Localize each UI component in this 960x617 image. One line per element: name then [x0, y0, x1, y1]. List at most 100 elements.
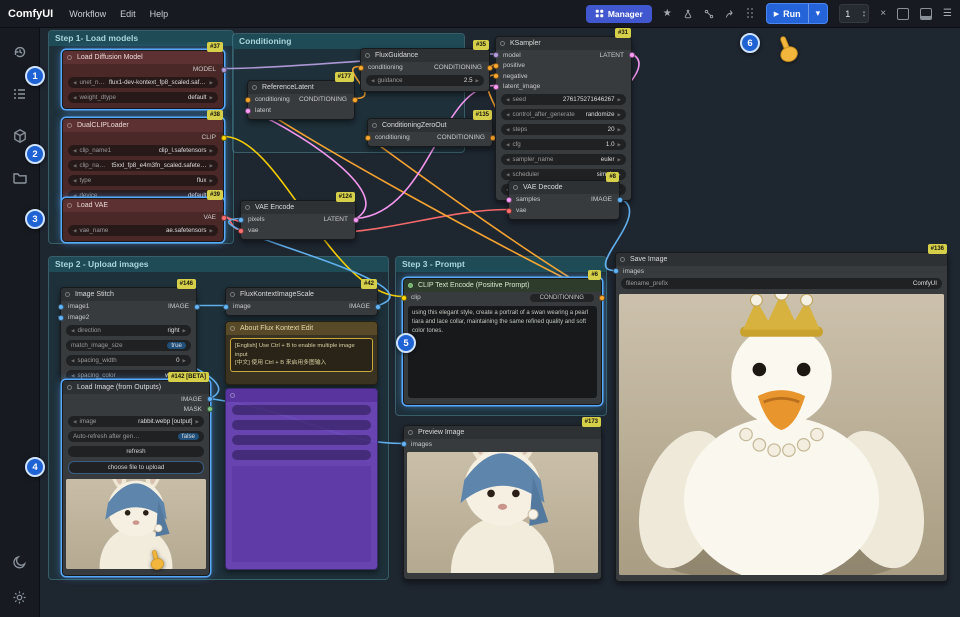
node-note-flux-kontext[interactable]: About Flux Kontext Edit [English] Use Ct… [225, 321, 378, 385]
node-title[interactable]: Save Image [616, 253, 947, 266]
output-slot-latent[interactable] [629, 52, 635, 58]
node-reference-latent[interactable]: #177 ReferenceLatent conditioning CONDIT… [247, 80, 355, 120]
widget-control-after-generate[interactable]: control_after_generate randomize [501, 109, 626, 120]
node-title[interactable]: Load Image (from Outputs) [63, 381, 209, 394]
node-title[interactable]: FluxGuidance [361, 49, 489, 62]
widget-muted[interactable] [232, 435, 371, 445]
node-title[interactable]: VAE Encode [241, 201, 355, 214]
widget-unet-name[interactable]: unet_name flux1-dev-kontext_fp8_scaled.s… [68, 77, 218, 88]
node-title[interactable]: Load Diffusion Model [63, 51, 223, 64]
grip-dots-icon[interactable] [747, 8, 755, 20]
hamburger-menu-icon[interactable]: ☰ [943, 9, 952, 19]
run-options-caret-icon[interactable]: ▾ [809, 4, 828, 23]
node-title[interactable]: ReferenceLatent [248, 81, 354, 94]
share-icon[interactable] [725, 9, 736, 19]
node-title[interactable]: Image Stitch [61, 288, 196, 301]
node-dual-clip-loader[interactable]: #38 DualCLIPLoader CLIP clip_name1 clip_… [62, 118, 224, 207]
input-slot-conditioning[interactable] [365, 135, 371, 141]
widget-direction[interactable]: direction right [66, 325, 191, 336]
input-slot-images[interactable] [401, 441, 407, 447]
output-slot-clip[interactable] [221, 135, 227, 141]
input-slot-positive[interactable] [493, 63, 499, 69]
choose-file-button[interactable]: choose file to upload [68, 461, 204, 474]
input-slot-model[interactable] [493, 52, 499, 58]
widget-muted[interactable] [232, 420, 371, 430]
refresh-button[interactable]: refresh [68, 446, 204, 457]
node-save-image[interactable]: #136 Save Image images filename_prefix C… [615, 252, 948, 582]
output-slot-latent[interactable] [353, 217, 359, 223]
widget-steps[interactable]: steps 20 [501, 124, 626, 135]
group-step2-title[interactable]: Step 2 - Upload images [49, 257, 388, 272]
node-title[interactable]: Load VAE [63, 199, 223, 212]
widget-filename-prefix[interactable]: filename_prefix ComfyUI [621, 278, 942, 289]
input-slot-latent-image[interactable] [493, 84, 499, 90]
widget-auto-refresh[interactable]: Auto-refresh after generation false [68, 431, 204, 442]
flask-icon[interactable] [683, 9, 693, 19]
widget-clip-name1[interactable]: clip_name1 clip_l.safetensors [68, 145, 218, 156]
input-slot-image2[interactable] [58, 315, 64, 321]
widget-clip-name2[interactable]: clip_name2 t5xxl_fp8_e4m3fn_scaled.safet… [68, 160, 218, 171]
group-step3-title[interactable]: Step 3 - Prompt [396, 257, 606, 272]
group-conditioning-title[interactable]: Conditioning [233, 34, 464, 49]
workflows-folder-icon[interactable] [12, 170, 28, 186]
clear-queue-icon[interactable]: × [880, 9, 886, 19]
node-title[interactable]: Preview Image [404, 426, 601, 439]
widget-seed[interactable]: seed 276175271646267 [501, 94, 626, 105]
node-title[interactable]: ConditioningZeroOut [368, 119, 492, 132]
widget-spacing-width[interactable]: spacing_width 0 [66, 355, 191, 366]
menu-help[interactable]: Help [150, 9, 169, 19]
output-slot-image[interactable] [617, 197, 623, 203]
input-slot-latent[interactable] [245, 108, 251, 114]
node-title[interactable]: VAE Decode [509, 181, 619, 194]
output-slot-image[interactable] [194, 304, 200, 310]
widget-image-file[interactable]: image rabbit.webp [output] [68, 416, 204, 427]
prompt-textarea[interactable]: using this elegant style, create a portr… [408, 306, 597, 398]
bottom-panel-icon[interactable] [920, 8, 932, 20]
star-icon[interactable]: ★ [663, 9, 672, 19]
node-load-vae[interactable]: #39 Load VAE VAE vae_name ae.safetensors [62, 198, 224, 242]
output-slot-conditioning[interactable] [599, 295, 605, 301]
nodes-graph-icon[interactable] [704, 9, 714, 19]
widget-match-image-size[interactable]: match_image_size true [66, 340, 191, 351]
group-step1-title[interactable]: Step 1- Load models [49, 31, 233, 46]
input-slot-conditioning[interactable] [245, 97, 251, 103]
menu-edit[interactable]: Edit [120, 9, 136, 19]
focus-mode-icon[interactable] [897, 8, 909, 20]
output-slot-model[interactable] [221, 67, 227, 73]
node-title[interactable]: CLIP Text Encode (Positive Prompt) [404, 279, 601, 292]
output-slot-conditioning[interactable] [352, 97, 358, 103]
node-flux-guidance[interactable]: #35 FluxGuidance conditioning CONDITIONI… [360, 48, 490, 92]
theme-toggle-moon-icon[interactable] [12, 555, 27, 570]
node-vae-encode[interactable]: #124 VAE Encode pixels LATENT vae [240, 200, 356, 240]
node-conditioning-zero-out[interactable]: #135 ConditioningZeroOut conditioning CO… [367, 118, 493, 147]
menu-workflow[interactable]: Workflow [69, 9, 106, 19]
output-slot-vae[interactable] [221, 215, 227, 221]
node-load-image-from-outputs[interactable]: #142 [BETA] Load Image (from Outputs) IM… [62, 380, 210, 576]
widget-vae-name[interactable]: vae_name ae.safetensors [68, 225, 218, 236]
node-clip-text-encode-positive[interactable]: #6 CLIP Text Encode (Positive Prompt) cl… [403, 278, 602, 405]
input-slot-conditioning[interactable] [358, 65, 364, 71]
widget-cfg[interactable]: cfg 1.0 [501, 139, 626, 150]
widget-muted[interactable] [232, 405, 371, 415]
batch-count-stepper[interactable]: 1 ▴ ▾ [839, 4, 869, 23]
settings-gear-icon[interactable] [12, 590, 27, 605]
widget-weight-dtype[interactable]: weight_dtype default [68, 92, 218, 103]
model-library-icon[interactable] [12, 128, 28, 144]
output-slot-mask[interactable] [207, 406, 213, 412]
node-library-icon[interactable] [12, 86, 28, 102]
node-load-diffusion-model[interactable]: #37 Load Diffusion Model MODEL unet_name… [62, 50, 224, 109]
node-title[interactable]: DualCLIPLoader [63, 119, 223, 132]
node-title[interactable] [226, 389, 377, 402]
node-preview-image[interactable]: #173 Preview Image images [403, 425, 602, 580]
node-graph-canvas[interactable]: Step 1- Load models Conditioning Step 2 … [40, 28, 960, 617]
node-title[interactable]: KSampler [496, 37, 631, 50]
widget-muted[interactable] [232, 450, 371, 460]
input-slot-pixels[interactable] [238, 217, 244, 223]
input-slot-samples[interactable] [506, 197, 512, 203]
output-slot-image[interactable] [375, 304, 381, 310]
output-slot-image[interactable] [207, 396, 213, 402]
input-slot-image1[interactable] [58, 304, 64, 310]
decrement-icon[interactable]: ▾ [863, 14, 865, 18]
run-button[interactable]: ▶ Run ▾ [766, 3, 828, 24]
input-slot-vae[interactable] [506, 208, 512, 214]
